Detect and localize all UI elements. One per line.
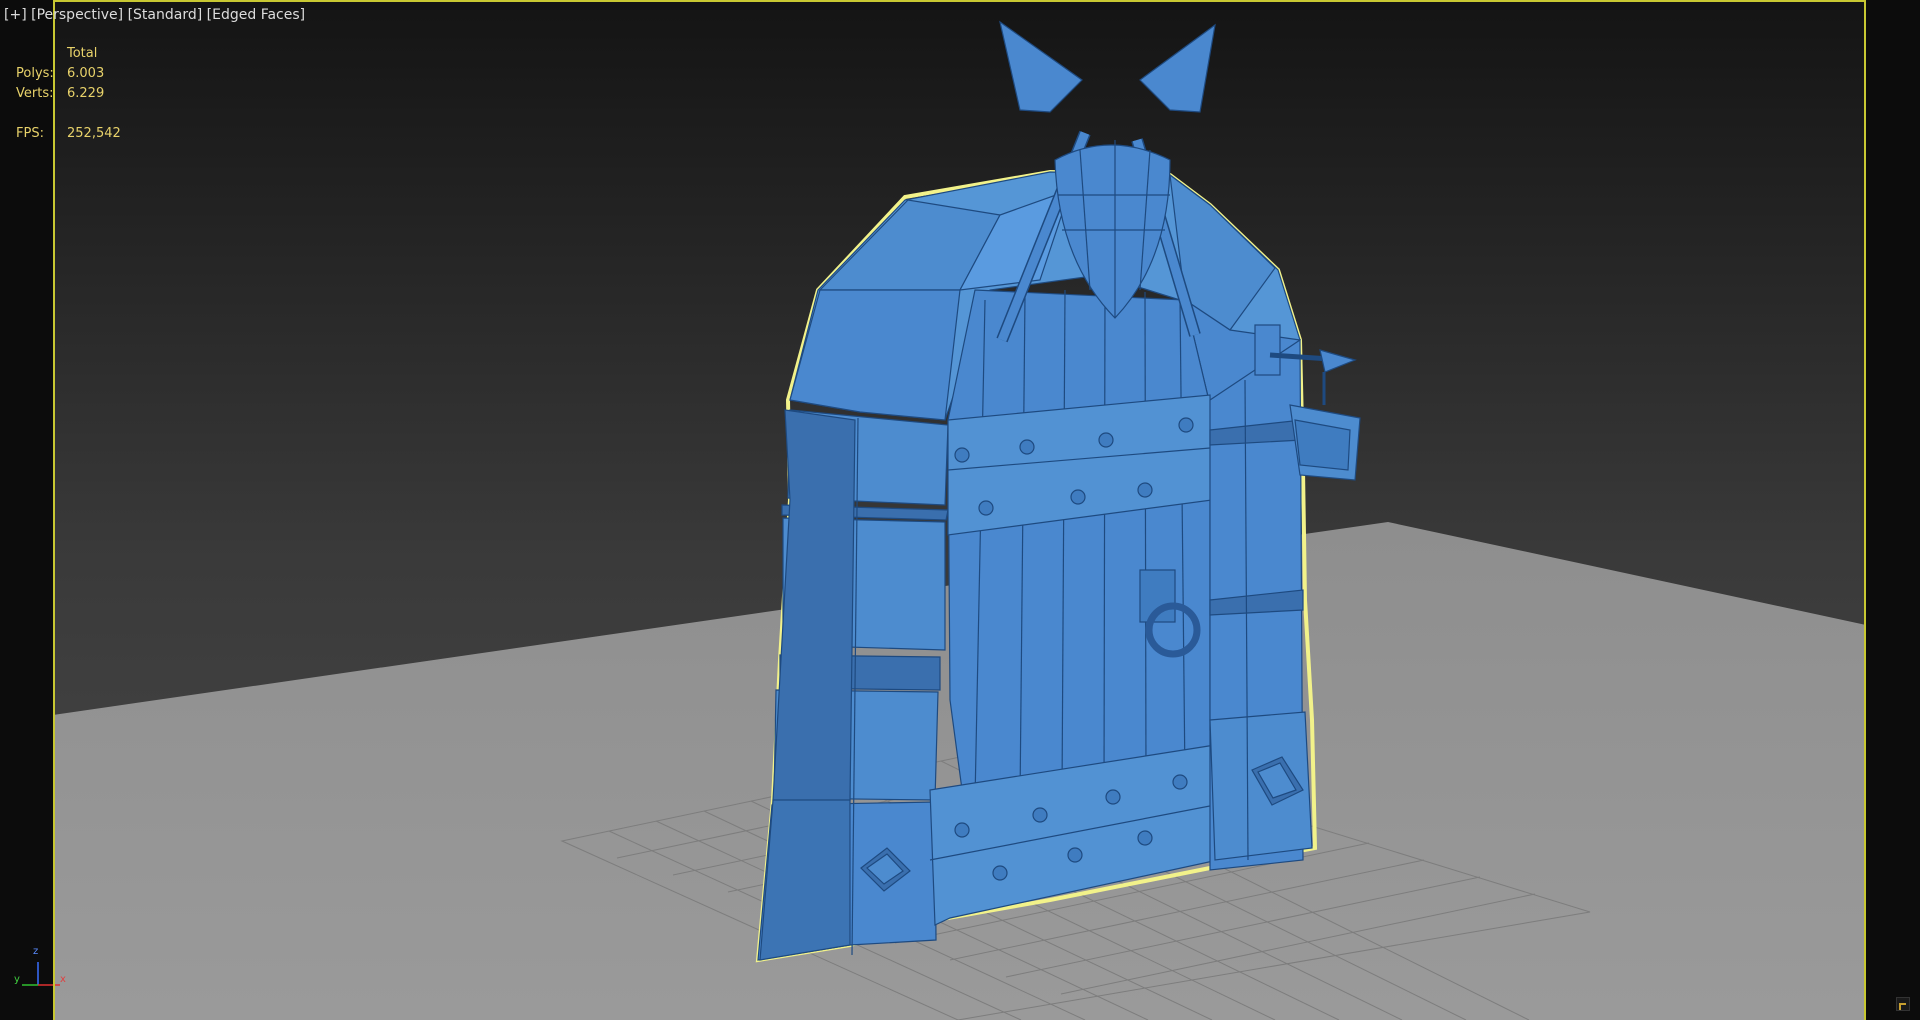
scene-canvas[interactable]	[0, 0, 1920, 1020]
viewport-menu-shading[interactable]: [Standard]	[128, 7, 203, 23]
polys-label: Polys:	[16, 66, 54, 81]
viewport-menu-point-of-view[interactable]: [Perspective]	[31, 7, 123, 23]
axis-x-label: x	[60, 974, 66, 985]
fps-value: 252,542	[67, 126, 121, 141]
verts-label: Verts:	[16, 86, 54, 101]
viewport-menu-plus[interactable]: [+]	[4, 7, 27, 23]
verts-value: 6.229	[67, 86, 105, 101]
stats-header: Total	[67, 46, 98, 61]
perspective-viewport[interactable]: [+] [Perspective] [Standard] [Edged Face…	[0, 0, 1920, 1020]
viewport-label[interactable]: [+] [Perspective] [Standard] [Edged Face…	[4, 7, 305, 23]
viewport-menu-display-mode[interactable]: [Edged Faces]	[207, 7, 305, 23]
axis-z-label: z	[33, 946, 39, 957]
viewport-maximize-icon[interactable]	[1896, 997, 1910, 1011]
axis-y-label: y	[14, 974, 20, 985]
axis-gizmo: z y x	[10, 946, 70, 996]
fps-label: FPS:	[16, 126, 44, 141]
maximize-icon	[1899, 1003, 1906, 1010]
polys-value: 6.003	[67, 66, 105, 81]
